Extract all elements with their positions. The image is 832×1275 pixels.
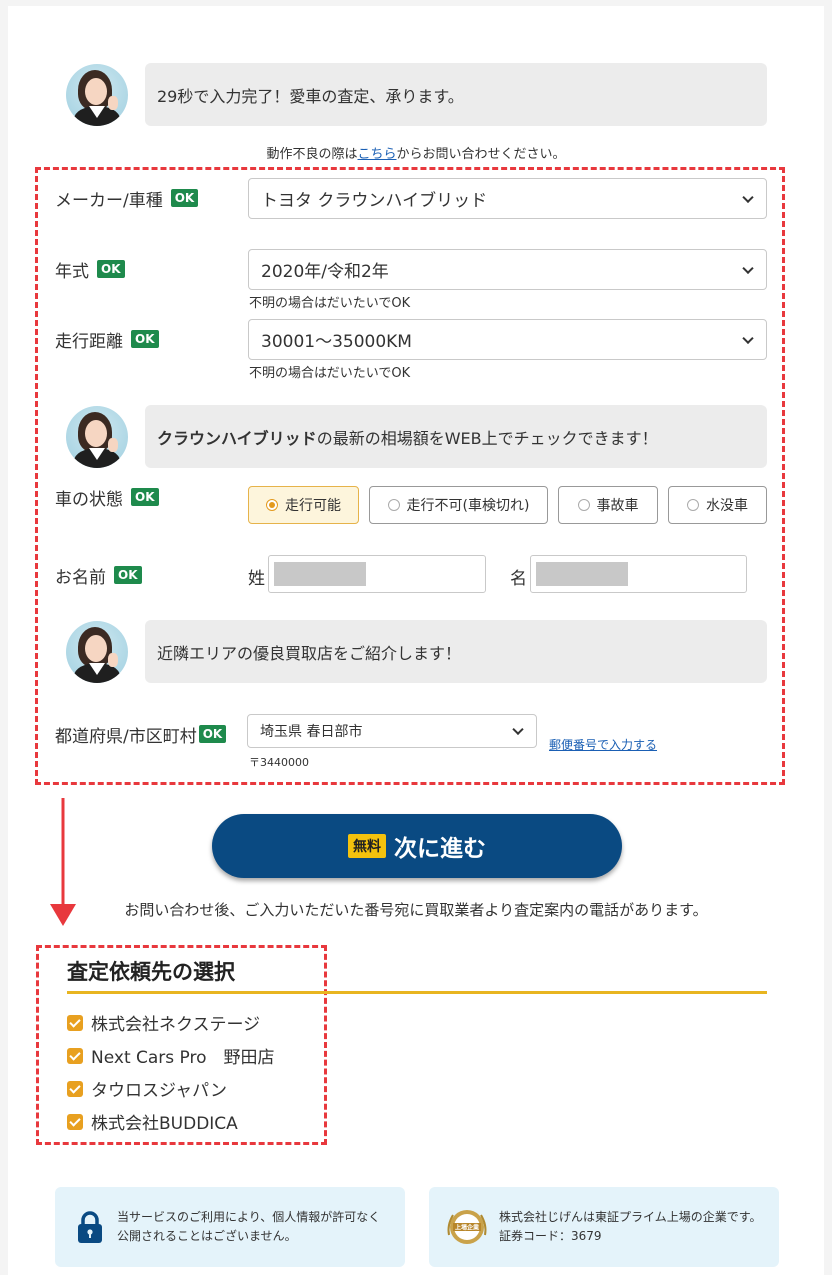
first-name-label: 名 <box>510 569 527 589</box>
maker-select[interactable]: トヨタ クラウンハイブリッド <box>248 178 767 219</box>
intro-speech-text: 29秒で入力完了！愛車の査定、承ります。 <box>157 86 464 106</box>
call-notice: お問い合わせ後、ご入力いただいた番号宛に買取業者より査定案内の電話があります。 <box>124 901 708 919</box>
radio-icon <box>387 499 400 511</box>
redacted-value <box>536 562 628 586</box>
ok-badge: OK <box>97 260 125 278</box>
checkbox-checked-icon <box>67 1047 83 1064</box>
contact-link[interactable]: こちら <box>357 147 396 162</box>
chevron-down-icon <box>512 723 524 736</box>
operator-avatar <box>66 621 128 683</box>
postal-code-link[interactable]: 郵便番号で入力する <box>549 736 657 753</box>
listed-company-box: 上場企業 株式会社じげんは東証プライム上場の企業です。 証券コード：3679 <box>429 1187 779 1267</box>
privacy-line-2: 公開されることはございません。 <box>117 1229 297 1243</box>
company-checkbox[interactable]: Next Cars Pro 野田店 <box>67 1039 275 1072</box>
mileage-note: 不明の場合はだいたいでOK <box>249 366 411 381</box>
redacted-value <box>274 562 366 586</box>
condition-option-not-drivable[interactable]: 走行不可(車検切れ) <box>369 486 548 524</box>
company-list: 株式会社ネクステージ Next Cars Pro 野田店 タウロスジャパン 株式… <box>67 1006 275 1138</box>
chevron-down-icon <box>742 191 754 203</box>
next-button[interactable]: 無料 次に進む <box>212 814 622 878</box>
company-checkbox[interactable]: 株式会社ネクステージ <box>67 1006 275 1039</box>
selection-title: 査定依頼先の選択 <box>67 960 235 984</box>
year-label: 年式 OK <box>55 257 125 282</box>
radio-selected-icon <box>266 499 278 511</box>
listed-line-1: 株式会社じげんは東証プライム上場の企業です。 <box>499 1210 762 1224</box>
operator-avatar <box>66 64 128 126</box>
radio-icon <box>577 499 590 511</box>
listed-badge-text: 上場企業 <box>455 1224 480 1232</box>
operator-avatar <box>66 406 128 468</box>
ok-badge: OK <box>170 189 199 207</box>
year-note: 不明の場合はだいたいでOK <box>249 296 411 311</box>
chevron-down-icon <box>742 262 754 274</box>
condition-label: 車の状態 OK <box>55 485 159 510</box>
condition-option-accident[interactable]: 事故車 <box>558 486 658 524</box>
trouble-notice: 動作不良の際はこちらからお問い合わせください。 <box>266 147 566 162</box>
market-speech-bubble: クラウンハイブリッド の最新の相場額をWEB上でチェックできます！ <box>145 405 767 468</box>
checkbox-checked-icon <box>67 1080 83 1097</box>
first-name-input[interactable] <box>530 555 747 593</box>
condition-option-flooded[interactable]: 水没車 <box>668 486 767 524</box>
last-name-label: 姓 <box>248 569 265 589</box>
company-checkbox[interactable]: タウロスジャパン <box>67 1072 275 1105</box>
zip-code: 〒3440000 <box>249 756 309 769</box>
intro-speech-bubble: 29秒で入力完了！愛車の査定、承ります。 <box>145 63 767 126</box>
privacy-line-1: 当サービスのご利用により、個人情報が許可なく <box>117 1210 381 1224</box>
lock-icon <box>78 1211 102 1243</box>
next-button-label: 次に進む <box>394 836 486 862</box>
company-checkbox[interactable]: 株式会社BUDDICA <box>67 1105 275 1138</box>
mileage-label: 走行距離 OK <box>55 327 159 352</box>
listed-line-2: 証券コード：3679 <box>499 1229 602 1243</box>
last-name-input[interactable] <box>268 555 486 593</box>
year-select[interactable]: 2020年/令和2年 <box>248 249 767 290</box>
ok-badge: OK <box>131 330 159 348</box>
checkbox-checked-icon <box>67 1014 83 1031</box>
condition-option-drivable[interactable]: 走行可能 <box>248 486 359 524</box>
car-model-name: クラウンハイブリッド <box>157 428 317 448</box>
ok-badge: OK <box>198 725 227 743</box>
title-underline <box>67 991 767 994</box>
checkbox-checked-icon <box>67 1113 83 1130</box>
area-label: 都道府県/市区町村 OK <box>55 722 227 747</box>
ok-badge: OK <box>114 566 142 584</box>
page: 29秒で入力完了！愛車の査定、承ります。 動作不良の際はこちらからお問い合わせく… <box>8 6 824 1275</box>
mileage-select[interactable]: 30001～35000KM <box>248 319 767 360</box>
area-select[interactable]: 埼玉県 春日部市 <box>247 714 537 748</box>
privacy-box: 当サービスのご利用により、個人情報が許可なく 公開されることはございません。 <box>55 1187 405 1267</box>
free-badge: 無料 <box>348 834 386 858</box>
listed-badge-icon: 上場企業 <box>447 1210 487 1244</box>
chevron-down-icon <box>742 332 754 344</box>
maker-label: メーカー/車種 OK <box>55 186 199 211</box>
ok-badge: OK <box>131 488 159 506</box>
radio-icon <box>687 499 699 511</box>
area-speech-bubble: 近隣エリアの優良買取店をご紹介します！ <box>145 620 767 683</box>
name-label: お名前 OK <box>55 563 142 588</box>
